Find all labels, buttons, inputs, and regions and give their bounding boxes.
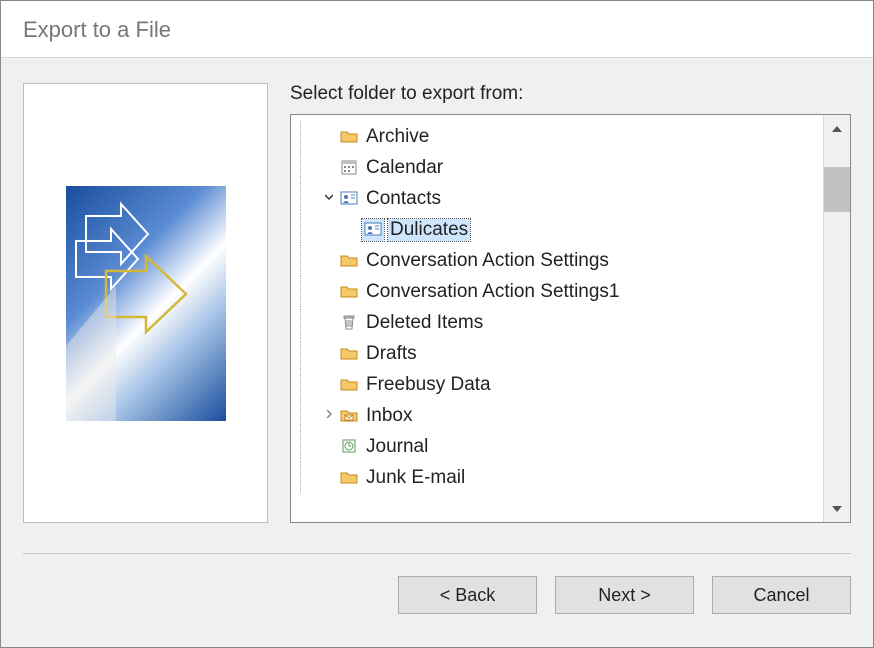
button-row: < Back Next > Cancel [23, 576, 851, 614]
folder-icon [338, 374, 360, 396]
back-button[interactable]: < Back [398, 576, 537, 614]
calendar-icon [338, 157, 360, 179]
cancel-button[interactable]: Cancel [712, 576, 851, 614]
contacts-icon [338, 188, 360, 210]
tree-item[interactable]: Deleted Items [291, 307, 823, 338]
tree-item[interactable]: Freebusy Data [291, 369, 823, 400]
folder-icon [338, 343, 360, 365]
scroll-track[interactable] [824, 142, 850, 495]
next-button[interactable]: Next > [555, 576, 694, 614]
journal-icon [338, 436, 360, 458]
chevron-right-icon[interactable] [320, 410, 338, 421]
tree-item-label: Journal [364, 436, 430, 458]
tree-item[interactable]: Archive [291, 121, 823, 152]
tree-item-label: Freebusy Data [364, 374, 493, 396]
wizard-body: Select folder to export from: Archive Cal… [1, 57, 873, 647]
trash-icon [338, 312, 360, 334]
tree-item-label: Calendar [364, 157, 445, 179]
tree-item[interactable]: Inbox [291, 400, 823, 431]
tree-item[interactable]: Drafts [291, 338, 823, 369]
tree-item[interactable]: Dulicates [291, 214, 823, 245]
tree-item-label: Inbox [364, 405, 414, 427]
tree-item[interactable]: Calendar [291, 152, 823, 183]
folder-tree[interactable]: Archive Calendar Contacts Dulicates Conversa… [290, 114, 851, 523]
tree-item[interactable]: Conversation Action Settings1 [291, 276, 823, 307]
tree-item-label: Archive [364, 126, 431, 148]
contacts-icon [362, 219, 384, 241]
tree-item-label: Dulicates [388, 219, 470, 241]
tree-item-label: Drafts [364, 343, 419, 365]
tree-item-label: Contacts [364, 188, 443, 210]
tree-item[interactable]: Conversation Action Settings [291, 245, 823, 276]
folder-icon [338, 126, 360, 148]
folder-icon [338, 467, 360, 489]
separator [23, 553, 851, 554]
wizard-image-panel [23, 83, 268, 523]
tree-item-label: Conversation Action Settings [364, 250, 611, 272]
scroll-thumb[interactable] [824, 167, 850, 212]
tree-item[interactable]: Junk E-mail [291, 462, 823, 493]
scrollbar[interactable] [823, 115, 850, 522]
tree-item-label: Deleted Items [364, 312, 485, 334]
tree-item-label: Junk E-mail [364, 467, 467, 489]
prompt-label: Select folder to export from: [290, 83, 851, 105]
chevron-down-icon[interactable] [320, 193, 338, 204]
folder-icon [338, 281, 360, 303]
inbox-icon [338, 405, 360, 427]
tree-item[interactable]: Contacts [291, 183, 823, 214]
tree-item-label: Conversation Action Settings1 [364, 281, 622, 303]
scroll-up-button[interactable] [824, 115, 850, 142]
tree-item[interactable]: Journal [291, 431, 823, 462]
window-title: Export to a File [1, 1, 873, 57]
wizard-decorative-image [66, 186, 226, 421]
scroll-down-button[interactable] [824, 495, 850, 522]
folder-icon [338, 250, 360, 272]
